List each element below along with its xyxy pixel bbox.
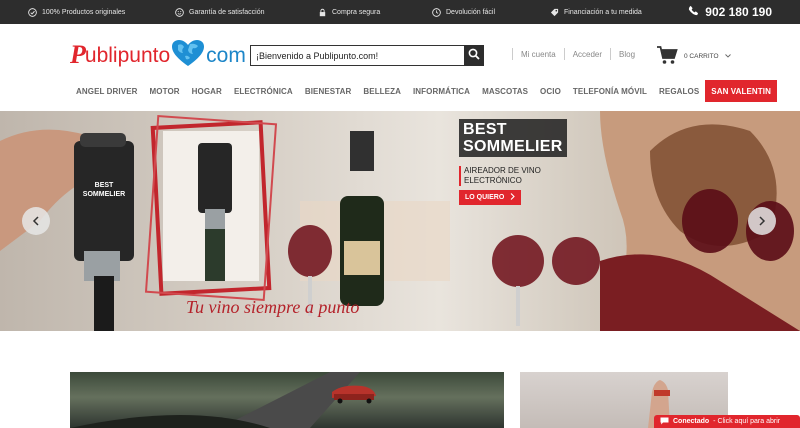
cart-label: 0 CARRITO bbox=[684, 52, 719, 60]
live-chat-widget[interactable]: Conectado - Click aquí para abrir bbox=[654, 415, 800, 428]
site-header: P ublipunto com Mi cuenta Acceder Blog bbox=[0, 24, 800, 76]
heart-globe-icon bbox=[171, 39, 205, 72]
cart-button[interactable]: 0 CARRITO bbox=[656, 45, 731, 67]
chevron-right-icon bbox=[758, 213, 766, 229]
hero-headline-line1: BEST bbox=[463, 121, 507, 138]
chat-icon bbox=[660, 417, 669, 427]
hero-illustration: BEST SOMMELIER bbox=[0, 111, 800, 331]
search-input[interactable] bbox=[250, 45, 464, 66]
logo-initial: P bbox=[70, 40, 86, 69]
slider-next-button[interactable] bbox=[748, 207, 776, 235]
divider bbox=[512, 48, 513, 60]
topbar-item-returns: Devolución fácil bbox=[432, 0, 495, 24]
nav-item-electronica[interactable]: ELECTRÓNICA bbox=[228, 80, 299, 102]
my-account-link[interactable]: Mi cuenta bbox=[521, 50, 556, 59]
chat-status: Conectado bbox=[673, 418, 710, 425]
clock-icon bbox=[432, 7, 441, 17]
topbar-label: Financiación a tu medida bbox=[564, 8, 642, 16]
topbar-label: Devolución fácil bbox=[446, 8, 496, 16]
hero-cta-label: LO QUIERO bbox=[465, 194, 505, 201]
chat-action: - Click aquí para abrir bbox=[713, 418, 781, 425]
product-label-line2: SOMMELIER bbox=[83, 191, 125, 198]
hero-cta-button[interactable]: LO QUIERO bbox=[459, 190, 522, 205]
site-logo[interactable]: P ublipunto com bbox=[70, 39, 246, 72]
hero-subtitle-line1: AIREADOR DE VINO bbox=[464, 166, 541, 175]
topbar-label: 100% Productos originales bbox=[42, 8, 126, 16]
account-links: Mi cuenta Acceder Blog bbox=[512, 48, 635, 60]
nav-item-regalos[interactable]: REGALOS bbox=[653, 80, 705, 102]
topbar-label: Compra segura bbox=[332, 8, 381, 16]
hero-headline: BEST SOMMELIER bbox=[459, 119, 567, 157]
topbar-item-secure: Compra segura bbox=[318, 0, 380, 24]
phone-icon bbox=[688, 5, 699, 19]
hero-subtitle: AIREADOR DE VINO ELECTRÓNICO bbox=[459, 166, 551, 186]
hero-slogan: Tu vino siempre a punto bbox=[186, 297, 360, 317]
nav-item-ocio[interactable]: OCIO bbox=[534, 80, 567, 102]
nav-item-telefonia-movil[interactable]: TELEFONÍA MÓVIL bbox=[567, 80, 653, 102]
search-button[interactable] bbox=[464, 45, 484, 66]
cart-icon bbox=[656, 45, 678, 67]
phone-number[interactable]: 902 180 190 bbox=[688, 0, 772, 24]
hero-subtitle-line2: ELECTRÓNICO bbox=[464, 176, 522, 185]
nav-item-bienestar[interactable]: BIENESTAR bbox=[299, 80, 358, 102]
nav-item-san-valentin[interactable]: SAN VALENTIN bbox=[705, 80, 777, 102]
divider bbox=[563, 48, 565, 60]
main-nav: ANGEL DRIVER MOTOR HOGAR ELECTRÓNICA BIE… bbox=[70, 80, 777, 102]
logo-wordmark: ublipunto bbox=[84, 43, 171, 67]
topbar-label: Garantía de satisfacción bbox=[189, 8, 265, 16]
topbar-item-guarantee: Garantía de satisfacción bbox=[175, 0, 265, 24]
topbar-item-originals: 100% Productos originales bbox=[28, 0, 125, 24]
nav-item-mascotas[interactable]: MASCOTAS bbox=[476, 80, 534, 102]
nav-item-angel-driver[interactable]: ANGEL DRIVER bbox=[70, 80, 144, 102]
hero-slider[interactable]: BEST SOMMELIER BEST SOMMELIER AIREADOR D… bbox=[0, 111, 800, 331]
search-icon bbox=[468, 47, 480, 65]
check-circle-icon bbox=[28, 7, 37, 17]
lock-icon bbox=[318, 8, 327, 17]
chevron-left-icon bbox=[32, 213, 40, 229]
tag-icon bbox=[550, 8, 559, 17]
hero-headline-line2: SOMMELIER bbox=[463, 137, 563, 155]
car-road-image bbox=[70, 372, 376, 428]
blog-link[interactable]: Blog bbox=[619, 50, 635, 59]
topbar-item-financing: Financiación a tu medida bbox=[550, 0, 642, 24]
phone-number-text: 902 180 190 bbox=[705, 5, 772, 19]
smile-icon bbox=[175, 7, 184, 17]
product-label-line1: BEST bbox=[95, 182, 114, 189]
divider bbox=[610, 48, 612, 60]
slider-prev-button[interactable] bbox=[22, 207, 50, 235]
login-link[interactable]: Acceder bbox=[573, 50, 602, 59]
search-bar bbox=[250, 45, 484, 66]
promo-banner-car[interactable] bbox=[70, 372, 504, 428]
nav-item-motor[interactable]: MOTOR bbox=[144, 80, 186, 102]
nav-item-hogar[interactable]: HOGAR bbox=[186, 80, 228, 102]
nav-item-belleza[interactable]: BELLEZA bbox=[357, 80, 407, 102]
nav-item-informatica[interactable]: INFORMÁTICA bbox=[407, 80, 476, 102]
chevron-down-icon bbox=[724, 53, 731, 60]
top-info-bar: 100% Productos originales Garantía de sa… bbox=[0, 0, 800, 24]
logo-tld: com bbox=[206, 43, 246, 67]
chevron-right-icon bbox=[510, 193, 516, 202]
